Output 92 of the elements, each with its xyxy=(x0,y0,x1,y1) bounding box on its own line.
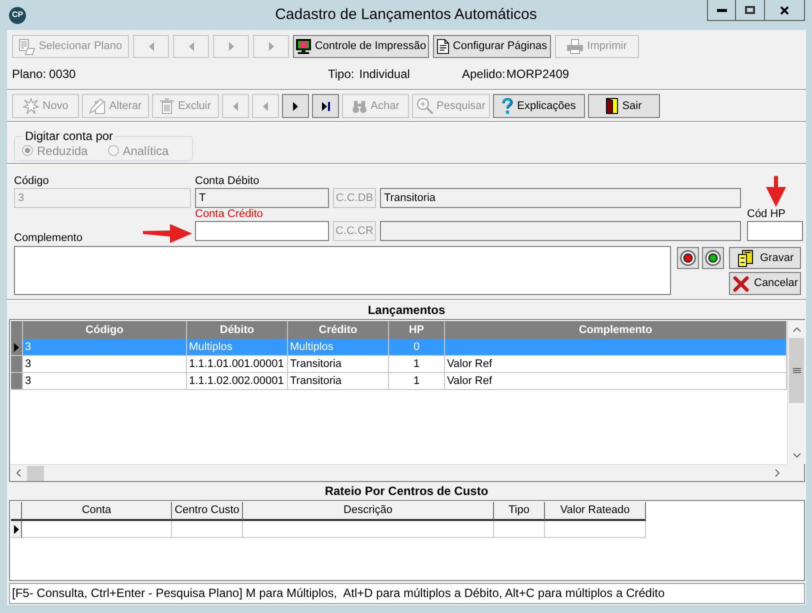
grip-icon xyxy=(792,368,800,373)
trash-icon xyxy=(160,98,174,114)
target-icon xyxy=(680,250,696,266)
close-button[interactable] xyxy=(765,0,805,21)
table-cell: 3 xyxy=(23,373,187,390)
chevron-left-icon xyxy=(16,469,21,477)
pencil-icon xyxy=(89,98,106,114)
table-cell: 1 xyxy=(389,373,445,390)
help-button[interactable]: Explicações xyxy=(493,94,585,118)
field-label: Código xyxy=(14,175,49,188)
section-title: Rateio Por Centros de Custo xyxy=(324,484,488,498)
burst-icon xyxy=(22,98,39,114)
table-cell: Valor Ref xyxy=(445,373,787,390)
target-button[interactable] xyxy=(677,247,699,269)
right-triangle-icon xyxy=(268,42,274,51)
binoculars-icon xyxy=(352,100,367,112)
status-bar: [F5- Consulta, Ctrl+Enter - Pesquisa Plano] M para Múltiplos, Atl+D para múltiplos a Débito, Alt+C para múltiplos a Crédito xyxy=(9,583,805,604)
input-field[interactable] xyxy=(747,221,803,241)
left-triangle-icon xyxy=(263,102,268,110)
skip-to-end-icon xyxy=(322,102,330,110)
column-header[interactable]: Conta xyxy=(22,502,172,521)
table-row[interactable]: 3 1.1.1.01.001.00001 Transitoria 1 Valor Ref xyxy=(11,356,787,373)
field-label: Conta Crédito xyxy=(195,208,263,221)
row-pointer-icon xyxy=(14,524,18,534)
cancel-button[interactable]: Cancelar xyxy=(729,272,801,295)
left-triangle-icon xyxy=(148,42,154,51)
left-triangle-icon xyxy=(233,102,238,110)
field-label: Cód HP xyxy=(747,208,786,221)
chevron-right-icon xyxy=(775,469,780,477)
documents-icon xyxy=(738,250,753,266)
cross-icon xyxy=(733,276,749,292)
column-header[interactable]: Valor Rateado xyxy=(545,502,646,521)
monitor-icon xyxy=(296,39,311,54)
table-row[interactable]: 3 Multiplos Multiplos 0 xyxy=(11,339,787,356)
exit-button[interactable]: Sair xyxy=(588,94,660,118)
table-cell: Transitoria xyxy=(288,373,389,390)
field-value: MORP2409 xyxy=(506,66,570,82)
maximize-button[interactable] xyxy=(736,0,765,21)
section-title: Lançamentos xyxy=(368,303,446,317)
minimize-button[interactable] xyxy=(707,0,736,21)
input-field[interactable]: T xyxy=(195,188,329,208)
table-cell: 1.1.1.02.002.00001 xyxy=(187,373,288,390)
column-header[interactable]: Código xyxy=(23,321,187,339)
printer-icon xyxy=(567,39,584,54)
field-label: Plano: xyxy=(12,66,46,82)
field-label: Tipo: xyxy=(328,66,354,82)
scrollbar-thumb[interactable] xyxy=(789,338,804,403)
save-button[interactable]: Gravar xyxy=(729,247,801,269)
chevron-down-icon xyxy=(792,453,800,458)
group-title: Digitar conta por xyxy=(24,130,114,143)
close-icon xyxy=(780,6,789,14)
search-icon xyxy=(416,98,433,114)
chevron-up-icon xyxy=(792,326,800,332)
column-header[interactable]: Centro Custo xyxy=(172,502,243,521)
last-button[interactable] xyxy=(312,94,339,118)
target-icon xyxy=(705,250,721,266)
row-pointer-icon xyxy=(14,342,19,352)
left-triangle-icon xyxy=(188,42,194,51)
field-value: Individual xyxy=(359,66,410,82)
document-icon xyxy=(436,39,449,54)
table-cell xyxy=(494,521,545,538)
window-title: Cadastro de Lançamentos Automáticos xyxy=(275,4,537,25)
field-label: Conta Débito xyxy=(195,175,260,188)
description-field[interactable]: Transitoria xyxy=(380,188,741,208)
description-field[interactable] xyxy=(380,221,741,241)
field-label: Apelido: xyxy=(462,66,506,82)
column-header[interactable]: Crédito xyxy=(288,321,389,339)
column-header[interactable]: Descrição xyxy=(243,502,494,521)
page-setup-button[interactable]: Configurar Páginas xyxy=(433,35,551,58)
field-value: 0030 xyxy=(49,66,76,82)
minimize-icon xyxy=(716,8,726,12)
document-icon xyxy=(18,38,35,54)
field-label: Complemento xyxy=(14,232,82,245)
column-header[interactable]: HP xyxy=(389,321,445,339)
question-mark-icon xyxy=(502,98,514,114)
print-control-button[interactable]: Controle de Impressão xyxy=(293,35,429,58)
right-triangle-icon xyxy=(228,42,234,51)
grid-corner xyxy=(11,502,22,521)
table-cell xyxy=(172,521,243,538)
app-logo: CP xyxy=(9,6,26,24)
input-field[interactable] xyxy=(195,221,329,241)
door-icon xyxy=(606,98,618,114)
next-button[interactable] xyxy=(282,94,309,118)
column-header[interactable]: Tipo xyxy=(494,502,545,521)
right-triangle-icon xyxy=(293,102,298,110)
scrollbar-thumb[interactable] xyxy=(27,466,44,481)
text-area[interactable] xyxy=(14,246,671,295)
column-header[interactable]: Débito xyxy=(187,321,288,339)
target-button[interactable] xyxy=(702,247,724,269)
table-row[interactable]: 3 1.1.1.02.002.00001 Transitoria 1 Valor Ref xyxy=(11,373,787,390)
column-header[interactable]: Complemento xyxy=(445,321,787,339)
maximize-icon xyxy=(745,6,755,14)
